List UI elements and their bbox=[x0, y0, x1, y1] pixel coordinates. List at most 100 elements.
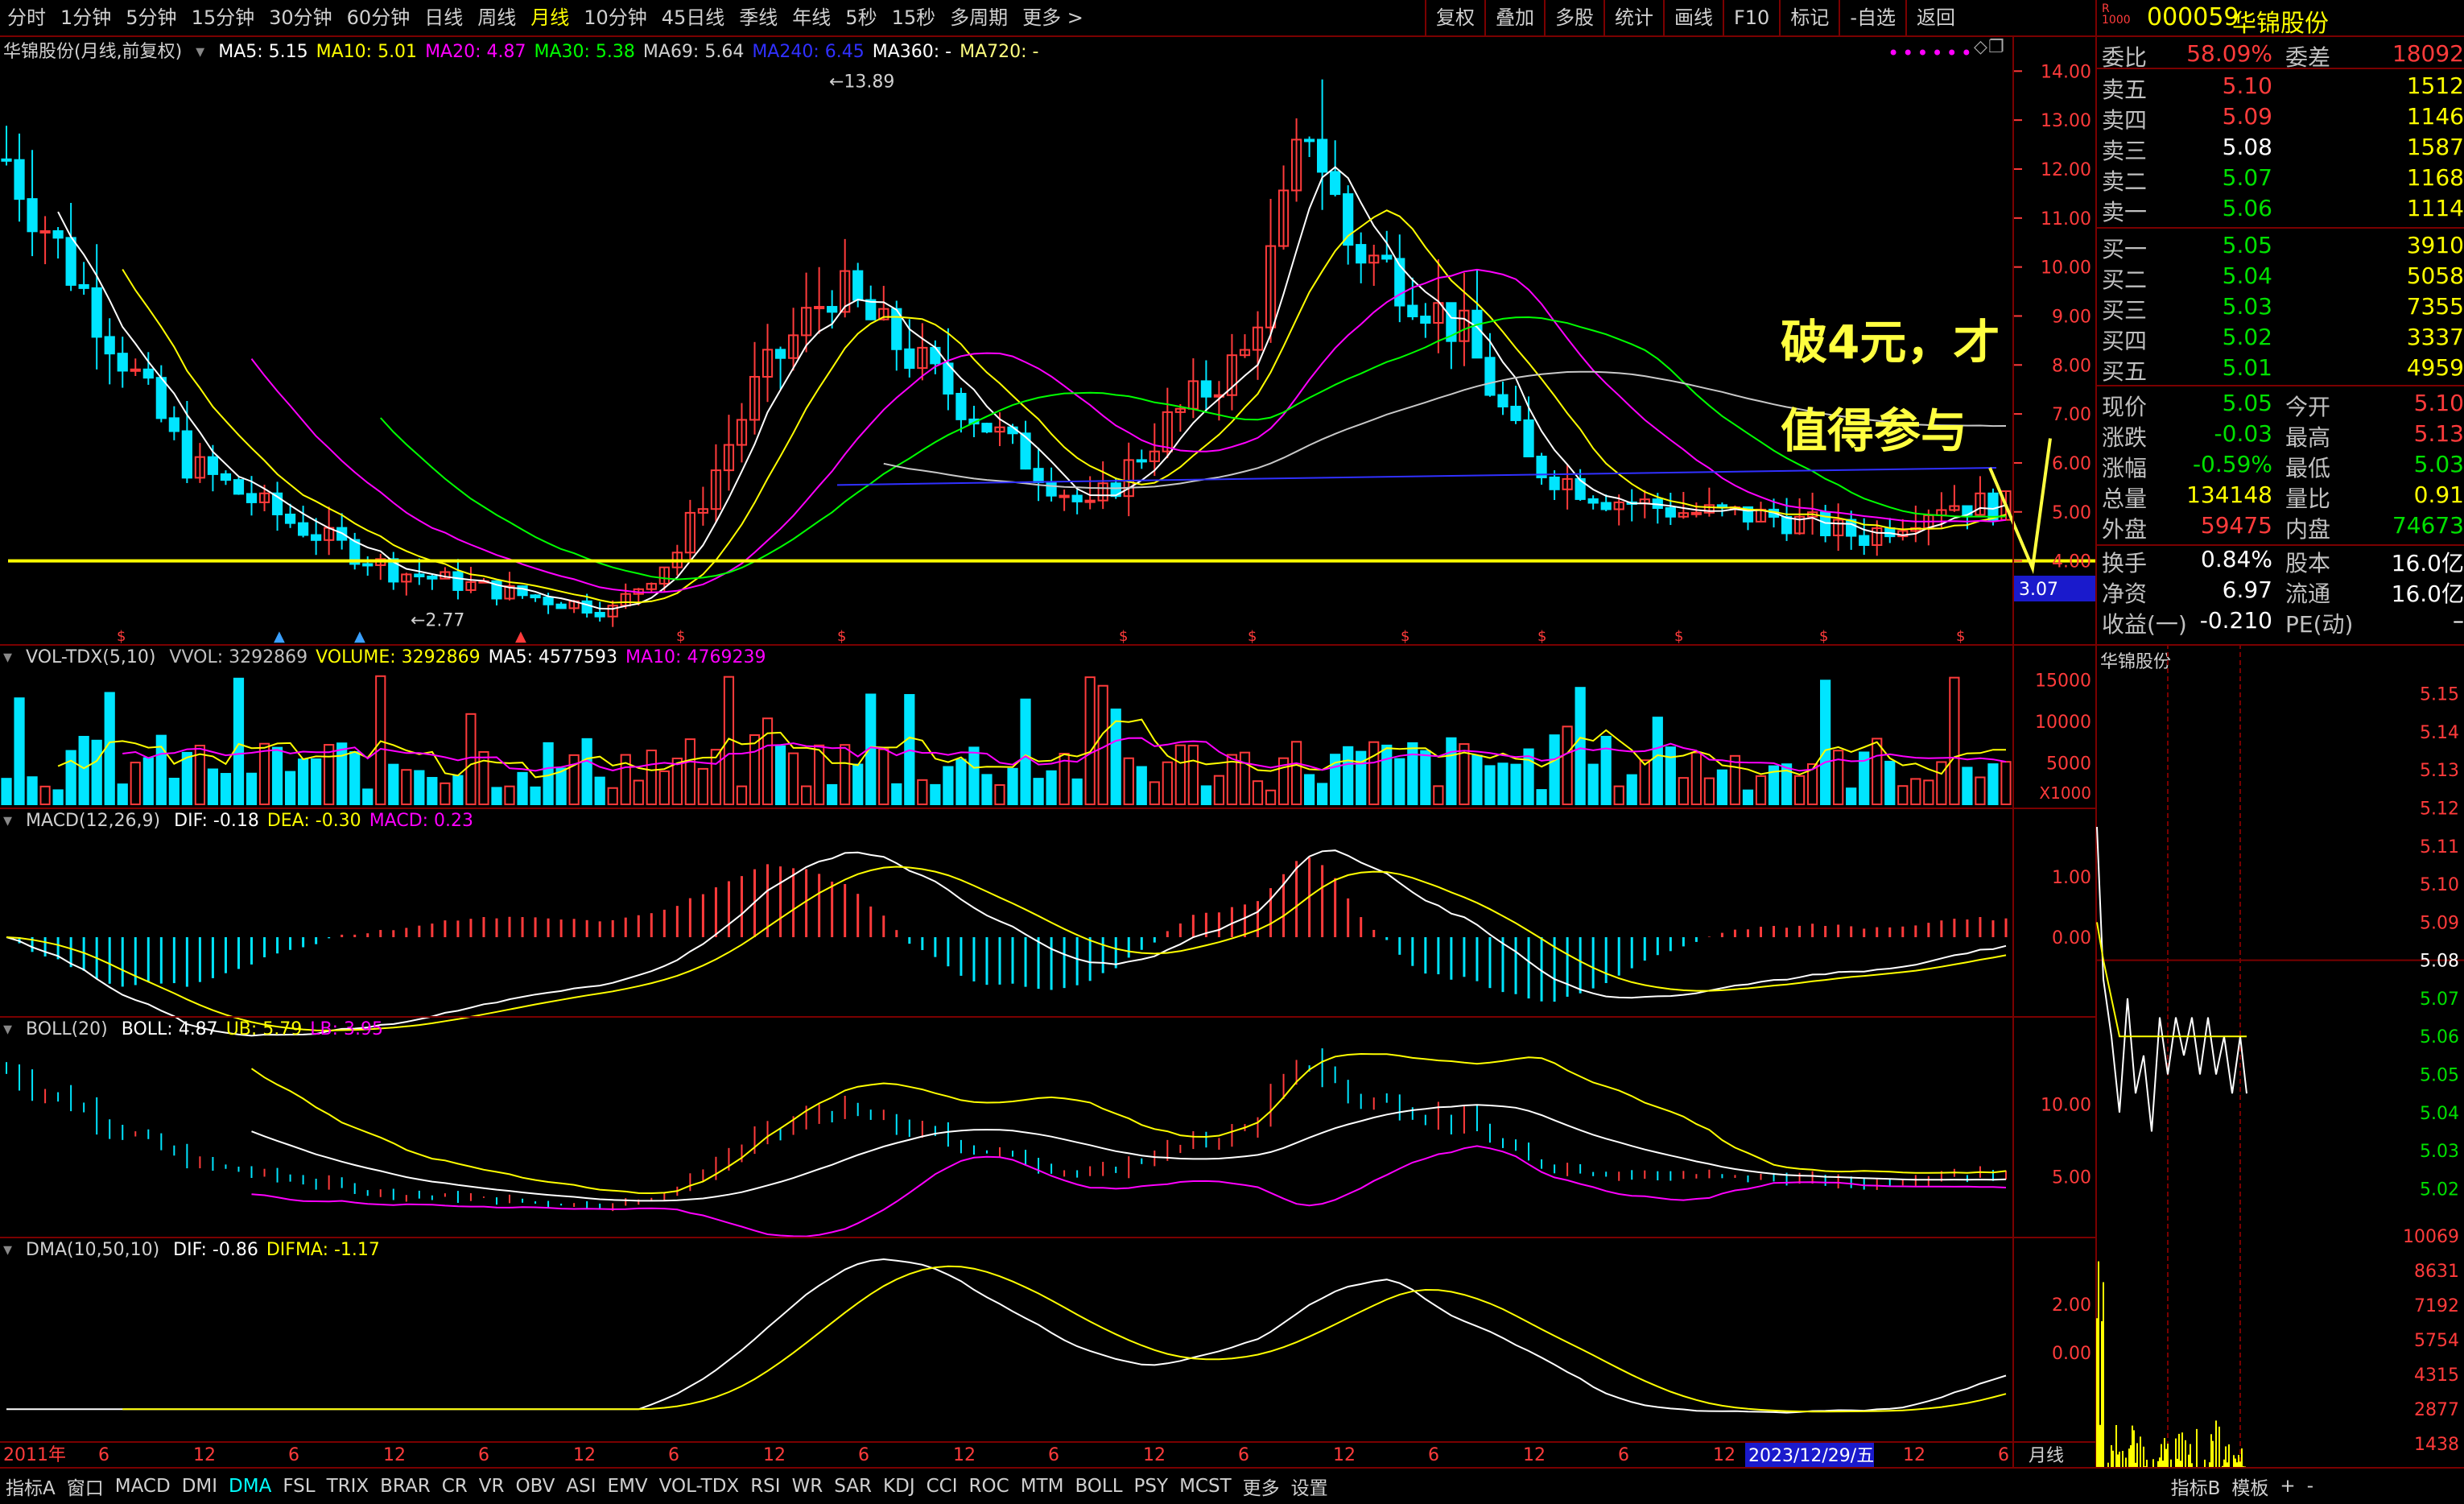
period-tab[interactable]: 日线 bbox=[417, 0, 470, 35]
indicator-tab[interactable]: 指标A bbox=[0, 1473, 61, 1500]
volume-bar bbox=[130, 762, 141, 805]
indicator-tab[interactable]: TRIX bbox=[321, 1476, 375, 1497]
period-tab[interactable]: 15秒 bbox=[885, 0, 943, 35]
volume-bar bbox=[1484, 765, 1496, 806]
event-marker[interactable]: $ bbox=[1674, 628, 1683, 645]
period-tab[interactable]: 周线 bbox=[470, 0, 523, 35]
bottom-right-button[interactable]: 指标B bbox=[2165, 1473, 2227, 1500]
indicator-tab[interactable]: SAR bbox=[828, 1476, 877, 1497]
period-tab[interactable]: 月线 bbox=[523, 0, 576, 35]
volume-bar bbox=[1949, 676, 1960, 805]
ma30-line bbox=[380, 316, 2007, 581]
order-row[interactable]: 买三 5.03 7355 bbox=[2095, 293, 2464, 324]
intraday-chart[interactable]: 5.15 5.14 5.13 5.12 5.11 5.10 5.09 5.08 5.07 5.06… bbox=[2095, 644, 2464, 1467]
indicator-tab[interactable]: CCI bbox=[921, 1476, 964, 1497]
chevron-down-icon[interactable]: ▾ bbox=[3, 1019, 12, 1039]
order-row[interactable]: 买一 5.05 3910 bbox=[2095, 232, 2464, 262]
order-row[interactable]: 卖五 5.10 1512 bbox=[2095, 72, 2464, 103]
period-tab[interactable]: 分时 bbox=[0, 0, 53, 35]
indicator-tab[interactable]: ROC bbox=[964, 1476, 1015, 1497]
indicator-tab[interactable]: VR bbox=[473, 1476, 510, 1497]
indicator-tab[interactable]: 设置 bbox=[1286, 1473, 1334, 1500]
period-tab[interactable]: 季线 bbox=[732, 0, 785, 35]
indicator-tab[interactable]: 更多 bbox=[1237, 1473, 1286, 1500]
toolbar-button[interactable]: 画线 bbox=[1662, 0, 1723, 35]
toolbar-button[interactable]: 统计 bbox=[1603, 0, 1663, 35]
period-tab[interactable]: 多周期 bbox=[943, 0, 1015, 35]
indicator-tab[interactable]: MTM bbox=[1015, 1476, 1070, 1497]
order-row[interactable]: 买五 5.01 4959 bbox=[2095, 354, 2464, 385]
candle-body bbox=[852, 270, 864, 301]
period-tab[interactable]: 5秒 bbox=[838, 0, 884, 35]
period-tab[interactable]: 60分钟 bbox=[340, 0, 418, 35]
period-tab[interactable]: 更多 > bbox=[1015, 0, 1091, 35]
volume-bar bbox=[852, 763, 864, 805]
event-marker[interactable]: ▲ bbox=[274, 628, 285, 645]
legend-item: DIF: -0.86 bbox=[173, 1240, 258, 1260]
event-marker[interactable]: $ bbox=[837, 628, 846, 645]
intraday-price-tick: 5.02 bbox=[2420, 1180, 2459, 1200]
period-tab[interactable]: 年线 bbox=[785, 0, 838, 35]
indicator-tab[interactable]: EMV bbox=[602, 1476, 654, 1497]
period-tab[interactable]: 15分钟 bbox=[184, 0, 262, 35]
event-marker[interactable]: $ bbox=[1956, 628, 1965, 645]
event-marker[interactable]: $ bbox=[1819, 628, 1828, 645]
event-marker[interactable]: $ bbox=[1401, 628, 1409, 645]
indicator-tab[interactable]: FSL bbox=[277, 1476, 320, 1497]
indicator-tab[interactable]: CR bbox=[436, 1476, 473, 1497]
event-marker[interactable]: $ bbox=[117, 628, 126, 645]
indicator-tab[interactable]: DMA bbox=[223, 1476, 277, 1497]
volume-bar bbox=[684, 738, 695, 805]
order-row[interactable]: 卖二 5.07 1168 bbox=[2095, 164, 2464, 195]
indicator-tab[interactable]: BOLL bbox=[1069, 1476, 1128, 1497]
event-marker[interactable]: $ bbox=[1248, 628, 1257, 645]
indicator-tab[interactable]: DMI bbox=[176, 1476, 223, 1497]
indicator-tab[interactable]: VOL-TDX bbox=[654, 1476, 745, 1497]
period-tab[interactable]: 45日线 bbox=[654, 0, 733, 35]
toolbar-button[interactable]: 复权 bbox=[1424, 0, 1484, 35]
chevron-down-icon[interactable]: ▾ bbox=[3, 1240, 12, 1260]
event-marker[interactable]: $ bbox=[1537, 628, 1546, 645]
event-marker[interactable]: ▲ bbox=[515, 628, 526, 645]
indicator-tab[interactable]: WR bbox=[786, 1476, 829, 1497]
event-marker[interactable]: $ bbox=[676, 628, 685, 645]
chevron-down-icon[interactable]: ▾ bbox=[3, 811, 12, 831]
event-marker[interactable]: ▲ bbox=[354, 628, 365, 645]
intraday-price-line bbox=[2096, 827, 2247, 1132]
period-tab[interactable]: 1分钟 bbox=[53, 0, 118, 35]
annotation-text: 破4元，才 值得参与 bbox=[1781, 298, 2103, 475]
period-tab[interactable]: 5分钟 bbox=[118, 0, 184, 35]
volume-tick: 5000 bbox=[2046, 754, 2091, 774]
period-tab[interactable]: 30分钟 bbox=[262, 0, 340, 35]
indicator-tab[interactable]: OBV bbox=[510, 1476, 560, 1497]
event-marker[interactable]: $ bbox=[1119, 628, 1128, 645]
indicator-tab[interactable]: BRAR bbox=[374, 1476, 436, 1497]
indicator-tab[interactable]: KDJ bbox=[877, 1476, 921, 1497]
order-row[interactable]: 买二 5.04 5058 bbox=[2095, 262, 2464, 293]
volume-bar bbox=[943, 766, 954, 805]
indicator-tab[interactable]: RSI bbox=[745, 1476, 786, 1497]
toolbar-button[interactable]: 多股 bbox=[1543, 0, 1603, 35]
indicator-tab[interactable]: PSY bbox=[1129, 1476, 1174, 1497]
volume-bar bbox=[452, 775, 464, 805]
indicator-tab[interactable]: 窗口 bbox=[61, 1473, 109, 1500]
toolbar-button[interactable]: -自选 bbox=[1839, 0, 1905, 35]
toolbar-button[interactable]: F10 bbox=[1722, 0, 1779, 35]
indicator-tab[interactable]: ASI bbox=[560, 1476, 601, 1497]
volume-bar bbox=[1936, 761, 1947, 805]
indicator-tab[interactable]: MCST bbox=[1174, 1476, 1237, 1497]
toolbar-button[interactable]: 标记 bbox=[1779, 0, 1839, 35]
toolbar-button[interactable]: 叠加 bbox=[1484, 0, 1544, 35]
order-row[interactable]: 卖一 5.06 1114 bbox=[2095, 195, 2464, 225]
bottom-right-button[interactable]: + bbox=[2274, 1476, 2301, 1497]
order-row[interactable]: 卖四 5.09 1146 bbox=[2095, 103, 2464, 134]
chevron-down-icon[interactable]: ▾ bbox=[3, 647, 12, 667]
toolbar-button[interactable]: 返回 bbox=[1905, 0, 1965, 35]
bottom-right-button[interactable]: - bbox=[2301, 1476, 2319, 1497]
period-tab[interactable]: 10分钟 bbox=[576, 0, 654, 35]
indicator-tab[interactable]: MACD bbox=[109, 1476, 176, 1497]
order-row[interactable]: 卖三 5.08 1587 bbox=[2095, 134, 2464, 164]
time-tick: 6 bbox=[1238, 1445, 1249, 1465]
bottom-right-button[interactable]: 模板 bbox=[2226, 1473, 2274, 1500]
order-row[interactable]: 买四 5.02 3337 bbox=[2095, 324, 2464, 354]
